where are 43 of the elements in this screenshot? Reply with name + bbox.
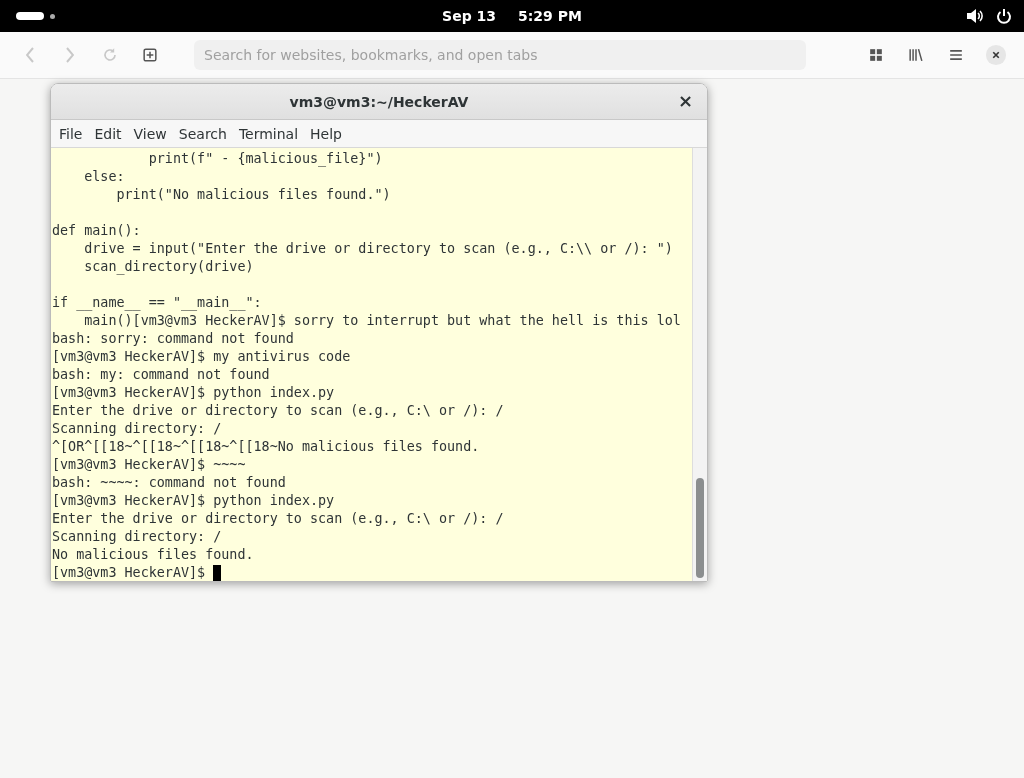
volume-icon[interactable] (966, 8, 984, 24)
close-icon (985, 44, 1007, 66)
time: 5:29 PM (518, 8, 582, 24)
menu-item[interactable]: File (53, 125, 89, 142)
terminal-line: print(f" - {malicious_file}") (147, 150, 383, 168)
menu-item[interactable]: Search (172, 125, 233, 142)
terminal-line: bash: my: command not found (52, 366, 270, 384)
back-icon (26, 47, 34, 63)
terminal-line: main()[vm3@vm3 HeckerAV]$ sorry to interrupt but what the hell is this lol (83, 312, 681, 330)
terminal-line: bash: sorry: command not found (52, 330, 294, 348)
terminal-line: print("No malicious files found.") (115, 186, 391, 204)
terminal-line: Scanning directory: / (52, 420, 222, 438)
new-tab-icon (140, 45, 160, 65)
terminal-line: bash: ~~~~: command not found (52, 474, 286, 492)
terminal-line: drive = input("Enter the drive or directory to scan (e.g., C:\\ or /): ") (83, 240, 673, 258)
close-button[interactable]: × (673, 90, 697, 111)
menu-item[interactable]: Help (304, 125, 348, 142)
terminal-line: [vm3@vm3 HeckerAV]$ python index.py (52, 384, 335, 402)
shell-prompt: [vm3@vm3 HeckerAV]$ (52, 564, 206, 581)
forward-icon (66, 47, 74, 63)
search-field[interactable]: Search for websites, bookmarks, and open tabs (194, 40, 806, 70)
terminal-line: else: (83, 168, 125, 186)
terminal-line: if __name__ == "__main__": (52, 294, 262, 312)
menu-item[interactable]: Terminal (232, 125, 305, 142)
power-icon[interactable] (996, 8, 1012, 24)
terminal-line: Scanning directory: / (52, 528, 222, 546)
terminal-line: Enter the drive or directory to scan (e.g., C:\ or /): / (52, 510, 504, 528)
scrollbar[interactable] (692, 148, 707, 581)
date: Sep 13 (442, 8, 497, 24)
terminal-line: def main(): (52, 222, 141, 240)
menu-item[interactable]: View (127, 125, 173, 142)
terminal-line: ^[OR^[[18~^[[18~^[[18~^[[18~No malicious files found. (52, 438, 480, 456)
terminal-line: No malicious files found. (52, 546, 254, 564)
terminal-line: scan_directory(drive) (83, 258, 254, 276)
terminal-line: [vm3@vm3 HeckerAV]$ python index.py (52, 492, 335, 510)
text-cursor (213, 564, 222, 581)
terminal-line: [vm3@vm3 HeckerAV]$ my antivirus code (52, 348, 351, 366)
activities-indicator[interactable] (16, 12, 55, 20)
scrollbar-thumb[interactable] (696, 478, 704, 578)
window-title: vm3@vm3:~/HeckerAV (289, 93, 469, 110)
terminal-line: Enter the drive or directory to scan (e.g., C:\ or /): / (52, 402, 504, 420)
terminal-line: [vm3@vm3 HeckerAV]$ ~~~~ (52, 456, 246, 474)
menu-item[interactable]: Edit (88, 125, 128, 142)
